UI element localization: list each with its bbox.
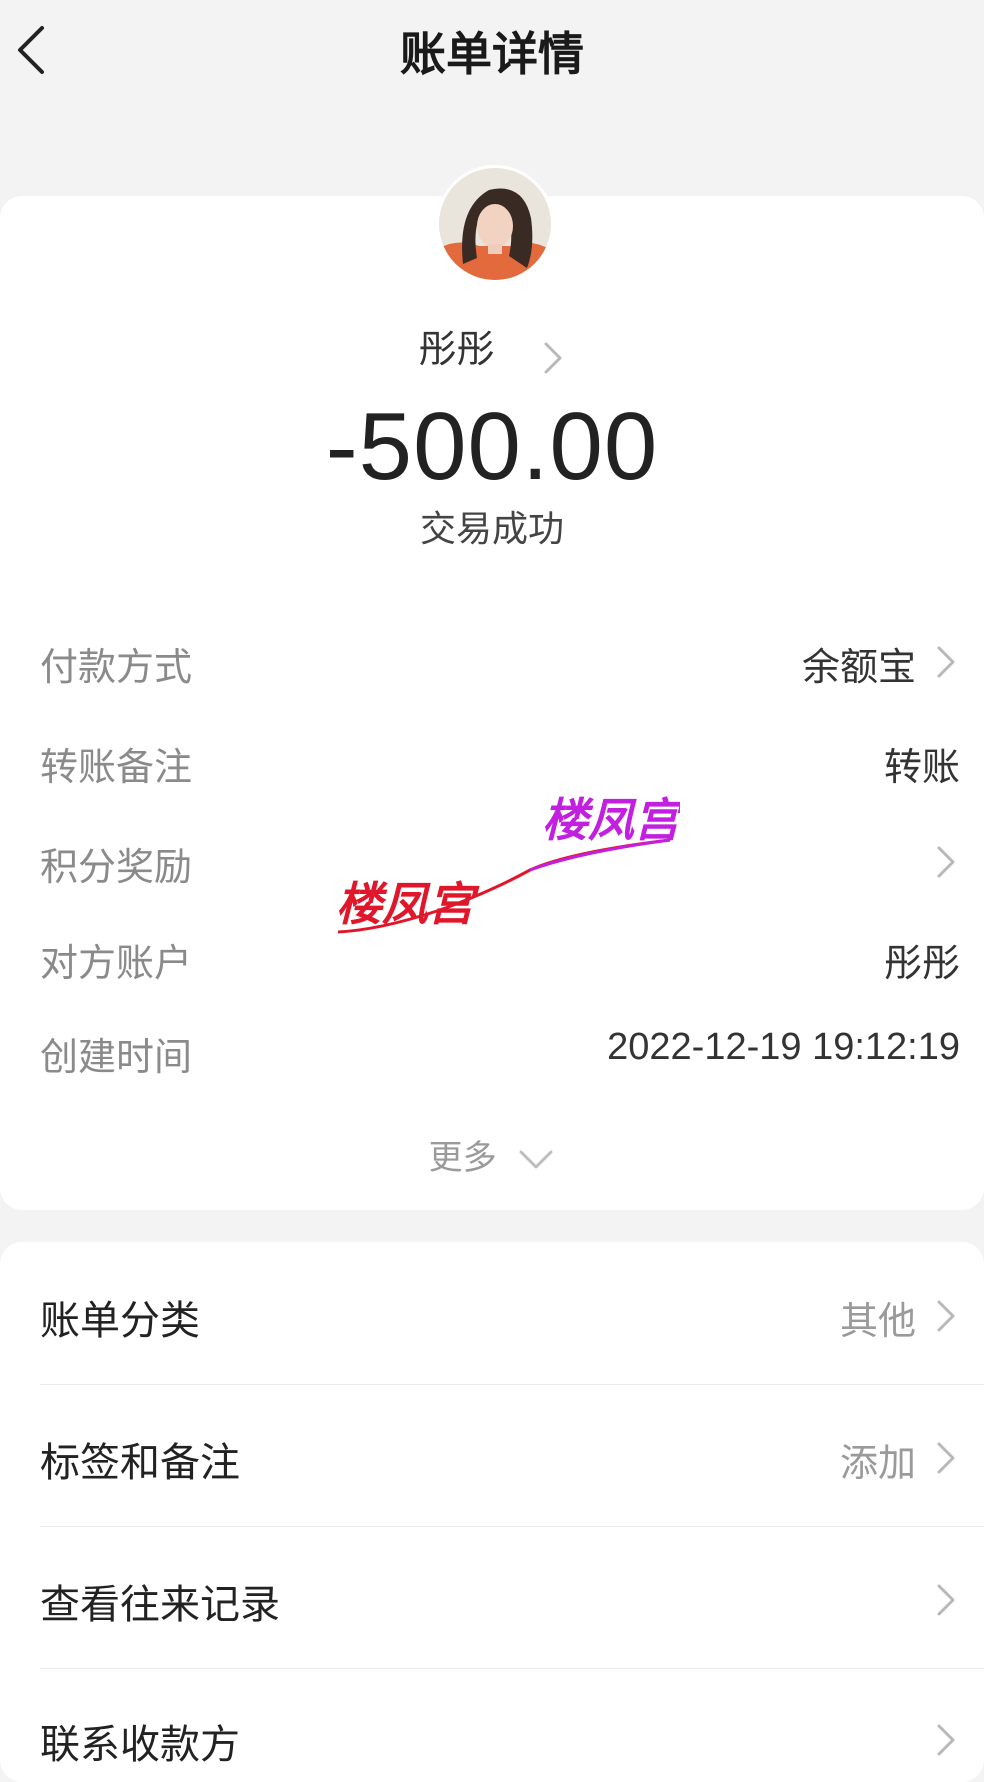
action-value: 添加 [839,1441,916,1485]
chevron-right-icon [937,646,955,678]
divider [40,1384,984,1385]
detail-label: 创建时间 [40,1035,193,1079]
avatar-photo [439,168,551,280]
more-label: 更多 [428,1138,497,1178]
action-label: 查看往来记录 [40,1582,280,1628]
action-row-tags-notes[interactable]: 标签和备注 添加 [40,1422,960,1492]
action-value: 其他 [839,1299,916,1343]
action-label: 联系收款方 [40,1722,240,1768]
chevron-right-icon [544,342,562,373]
detail-label: 转账备注 [40,745,193,789]
action-label: 标签和备注 [40,1440,240,1486]
detail-value: 转账 [883,747,960,789]
detail-label: 积分奖励 [40,845,193,889]
transaction-status: 交易成功 [419,509,564,550]
action-row-view-history[interactable]: 查看往来记录 [40,1564,960,1634]
action-label: 账单分类 [40,1298,200,1344]
watermark: 楼凤宫 楼凤宫 [336,793,680,934]
top-bar: 账单详情 [0,0,984,110]
detail-value: 彤彤 [883,943,960,985]
more-toggle[interactable]: 更多 [0,1130,984,1179]
detail-value: 余额宝 [801,647,916,689]
payee-row[interactable]: 彤彤 [0,318,984,374]
chevron-right-icon [937,1724,955,1756]
chevron-right-icon [937,846,955,878]
chevron-down-icon [519,1150,553,1168]
chevron-right-icon [937,1300,955,1332]
detail-value: 2022-12-19 19:12:19 [607,1026,960,1068]
transaction-amount: -500.00 [325,393,659,500]
detail-row-created-time: 创建时间 2022-12-19 19:12:19 [40,1020,960,1080]
chevron-right-icon [937,1584,955,1616]
detail-label: 付款方式 [40,645,193,689]
action-row-bill-category[interactable]: 账单分类 其他 [40,1280,960,1350]
watermark-text-2: 楼凤宫 [542,793,680,847]
detail-label: 对方账户 [40,941,193,985]
chevron-right-icon [937,1442,955,1474]
action-row-contact-payee[interactable]: 联系收款方 [40,1704,960,1774]
detail-row-payment-method[interactable]: 付款方式 余额宝 [40,630,960,690]
payee-name: 彤彤 [418,327,495,371]
divider [40,1668,984,1669]
page-title: 账单详情 [400,27,584,81]
payee-avatar[interactable] [439,168,551,280]
divider [40,1526,984,1527]
